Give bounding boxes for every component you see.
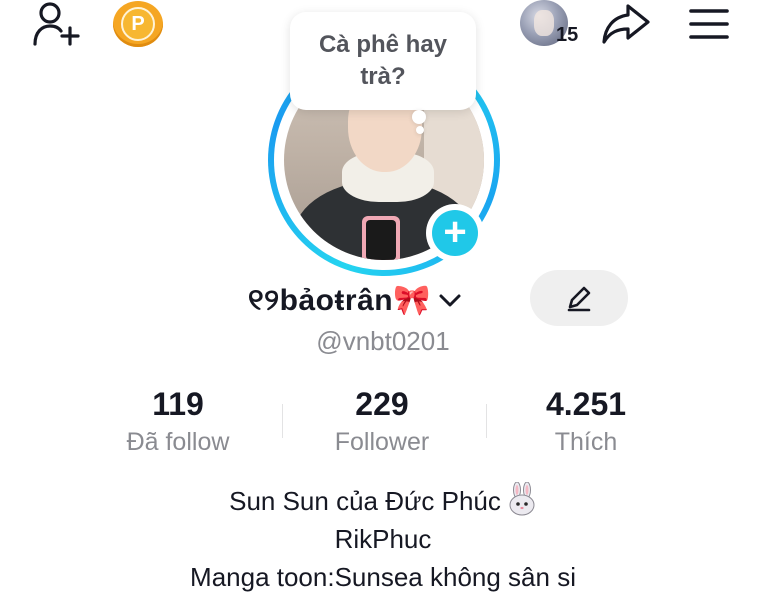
stat-divider — [486, 404, 487, 438]
profile-page: P 15 + Cà phê hay trà? ୧୨bảoŧrân🎀 @vnbt0… — [0, 0, 766, 600]
bio-line-3: Manga toon:Sunsea không sân si — [190, 562, 576, 592]
followers-count: 229 — [355, 386, 409, 422]
bio: Sun Sun của Đức Phúc RikPhuc Manga toon:… — [0, 482, 766, 596]
chevron-down-icon — [439, 294, 461, 307]
following-count: 119 — [152, 386, 204, 422]
note-bubble[interactable]: Cà phê hay trà? — [290, 12, 476, 110]
username: @vnbt0201 — [316, 326, 450, 356]
following-stat[interactable]: 119 Đã follow — [88, 384, 268, 458]
bio-line-1: Sun Sun của Đức Phúc — [0, 482, 766, 520]
points-label: P — [121, 7, 155, 41]
followers-stat[interactable]: 229 Follower — [292, 384, 472, 458]
bubble-tail-dot-small — [416, 126, 424, 134]
likes-label: Thích — [554, 428, 618, 456]
display-name-switcher[interactable]: ୧୨bảoŧrân🎀 — [248, 278, 463, 322]
pencil-icon — [567, 286, 591, 312]
profile-visitors-button[interactable]: 15 — [520, 0, 580, 50]
add-story-button[interactable]: + — [426, 204, 484, 262]
edit-profile-button[interactable] — [530, 270, 628, 326]
likes-stat[interactable]: 4.251 Thích — [496, 384, 676, 458]
followers-label: Follower — [334, 428, 430, 456]
visitor-count: 15 — [556, 24, 579, 46]
hamburger-menu-icon[interactable] — [688, 6, 730, 42]
points-coin-icon[interactable]: P — [113, 1, 163, 47]
note-line-2: trà? — [360, 63, 406, 90]
note-line-1: Cà phê hay — [318, 31, 448, 58]
stat-divider — [282, 404, 283, 438]
share-arrow-icon[interactable] — [600, 0, 652, 46]
add-user-icon[interactable] — [30, 0, 86, 48]
bio-line-2: RikPhuc — [334, 524, 432, 554]
plus-icon: + — [432, 210, 478, 256]
following-label: Đã follow — [126, 428, 230, 456]
likes-count: 4.251 — [545, 386, 627, 422]
bubble-tail-dot — [412, 110, 426, 124]
rabbit-icon — [509, 482, 535, 516]
display-name: ୧୨bảoŧrân🎀 — [248, 283, 431, 317]
